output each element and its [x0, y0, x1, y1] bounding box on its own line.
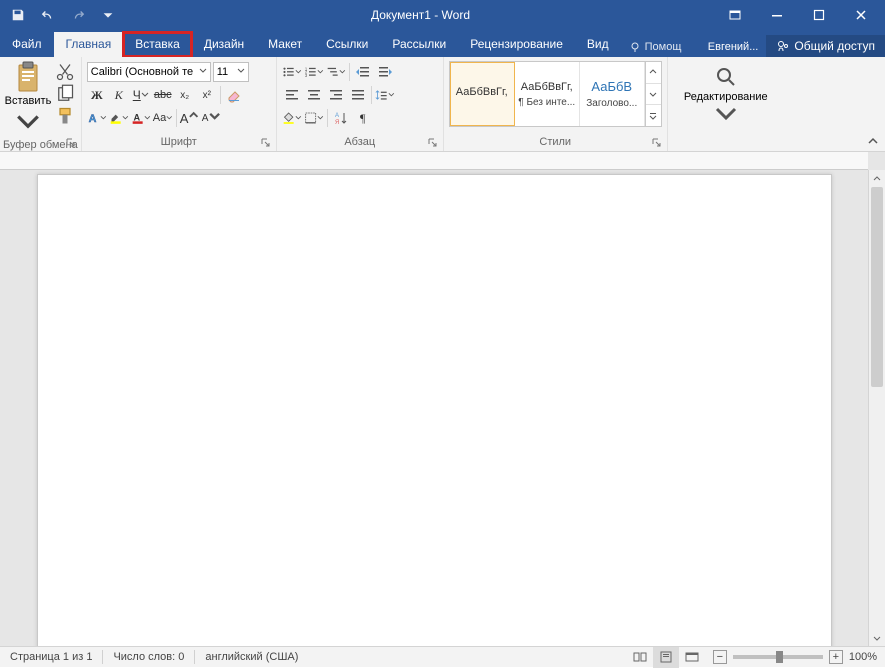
redo-icon[interactable]	[68, 5, 88, 25]
multilevel-list-icon[interactable]	[326, 62, 346, 82]
scroll-thumb[interactable]	[871, 187, 883, 387]
style-no-spacing[interactable]: АаБбВвГг, ¶ Без инте...	[515, 62, 580, 126]
tab-view[interactable]: Вид	[575, 32, 621, 57]
minimize-button[interactable]	[757, 1, 797, 29]
italic-button[interactable]: К	[109, 85, 129, 105]
svg-text:Я: Я	[335, 120, 339, 126]
tab-design[interactable]: Дизайн	[192, 32, 256, 57]
user-account[interactable]: Евгений...	[700, 37, 767, 57]
ribbon-display-icon[interactable]	[715, 1, 755, 29]
document-page[interactable]	[37, 174, 832, 646]
svg-text:3: 3	[305, 73, 308, 78]
paragraph-launcher-icon[interactable]	[426, 137, 438, 149]
horizontal-ruler[interactable]	[0, 152, 868, 170]
copy-icon[interactable]	[55, 85, 75, 103]
undo-icon[interactable]	[38, 5, 58, 25]
cut-icon[interactable]	[55, 63, 75, 81]
font-color-icon[interactable]: A	[131, 108, 151, 128]
clipboard-launcher-icon[interactable]	[64, 137, 76, 149]
status-page[interactable]: Страница 1 из 1	[0, 651, 102, 663]
line-spacing-icon[interactable]	[375, 85, 395, 105]
qat-customize-icon[interactable]	[98, 5, 118, 25]
gallery-up-icon[interactable]	[646, 62, 661, 83]
shading-icon[interactable]	[282, 108, 302, 128]
close-button[interactable]	[841, 1, 881, 29]
tab-layout[interactable]: Макет	[256, 32, 314, 57]
status-word-count[interactable]: Число слов: 0	[103, 651, 194, 663]
text-effects-icon[interactable]: A	[87, 108, 107, 128]
change-case-button[interactable]: Aa	[153, 108, 173, 128]
zoom-level[interactable]: 100%	[849, 651, 877, 663]
justify-icon[interactable]	[348, 85, 368, 105]
group-styles-label: Стили	[539, 136, 571, 148]
numbering-icon[interactable]: 123	[304, 62, 324, 82]
tab-review[interactable]: Рецензирование	[458, 32, 575, 57]
tab-file[interactable]: Файл	[0, 32, 54, 57]
font-launcher-icon[interactable]	[259, 137, 271, 149]
gallery-more-icon[interactable]	[646, 104, 661, 126]
zoom-in-button[interactable]: +	[829, 650, 843, 664]
svg-text:A: A	[88, 113, 96, 125]
tell-me-button[interactable]: Помощ	[621, 37, 690, 57]
share-button[interactable]: Общий доступ	[766, 35, 885, 57]
show-marks-icon[interactable]: ¶	[353, 108, 373, 128]
align-left-icon[interactable]	[282, 85, 302, 105]
subscript-button[interactable]: x₂	[175, 85, 195, 105]
gallery-down-icon[interactable]	[646, 83, 661, 105]
document-title: Документ1 - Word	[126, 8, 715, 22]
increase-indent-icon[interactable]	[375, 62, 395, 82]
editing-button[interactable]: Редактирование	[680, 61, 772, 131]
bullets-icon[interactable]	[282, 62, 302, 82]
font-name-combo[interactable]: Calibri (Основной те	[87, 62, 211, 82]
svg-text:A: A	[335, 113, 339, 119]
print-layout-icon[interactable]	[653, 647, 679, 668]
clear-formatting-icon[interactable]	[224, 85, 244, 105]
superscript-button[interactable]: x²	[197, 85, 217, 105]
save-icon[interactable]	[8, 5, 28, 25]
scroll-up-icon[interactable]	[869, 170, 885, 187]
zoom-out-button[interactable]: −	[713, 650, 727, 664]
bold-button[interactable]: Ж	[87, 85, 107, 105]
paste-button[interactable]: Вставить	[3, 59, 53, 139]
styles-gallery: АаБбВвГг, АаБбВвГг, ¶ Без инте... АаБбВ …	[449, 61, 662, 127]
svg-text:A: A	[133, 112, 140, 122]
underline-button[interactable]: Ч	[131, 85, 151, 105]
align-right-icon[interactable]	[326, 85, 346, 105]
format-painter-icon[interactable]	[55, 107, 75, 125]
web-layout-icon[interactable]	[679, 647, 705, 668]
shrink-font-button[interactable]: A	[202, 108, 222, 128]
decrease-indent-icon[interactable]	[353, 62, 373, 82]
status-language[interactable]: английский (США)	[195, 651, 308, 663]
maximize-button[interactable]	[799, 1, 839, 29]
style-normal[interactable]: АаБбВвГг,	[450, 62, 515, 126]
styles-launcher-icon[interactable]	[650, 137, 662, 149]
grow-font-button[interactable]: A	[180, 108, 200, 128]
borders-icon[interactable]	[304, 108, 324, 128]
tab-references[interactable]: Ссылки	[314, 32, 380, 57]
group-paragraph-label: Абзац	[344, 136, 375, 148]
sort-icon[interactable]: AЯ	[331, 108, 351, 128]
tab-home[interactable]: Главная	[54, 32, 124, 57]
align-center-icon[interactable]	[304, 85, 324, 105]
highlight-icon[interactable]	[109, 108, 129, 128]
tab-insert[interactable]: Вставка	[123, 32, 192, 57]
zoom-slider[interactable]	[733, 655, 823, 659]
collapse-ribbon-icon[interactable]	[865, 133, 881, 149]
group-font-label: Шрифт	[161, 136, 197, 148]
read-mode-icon[interactable]	[627, 647, 653, 668]
vertical-scrollbar[interactable]	[868, 170, 885, 646]
scroll-down-icon[interactable]	[869, 629, 885, 646]
style-heading1[interactable]: АаБбВ Заголово...	[580, 62, 645, 126]
zoom-handle[interactable]	[776, 651, 783, 663]
font-size-combo[interactable]: 11	[213, 62, 249, 82]
strikethrough-button[interactable]: abc	[153, 85, 173, 105]
tab-mailings[interactable]: Рассылки	[380, 32, 458, 57]
